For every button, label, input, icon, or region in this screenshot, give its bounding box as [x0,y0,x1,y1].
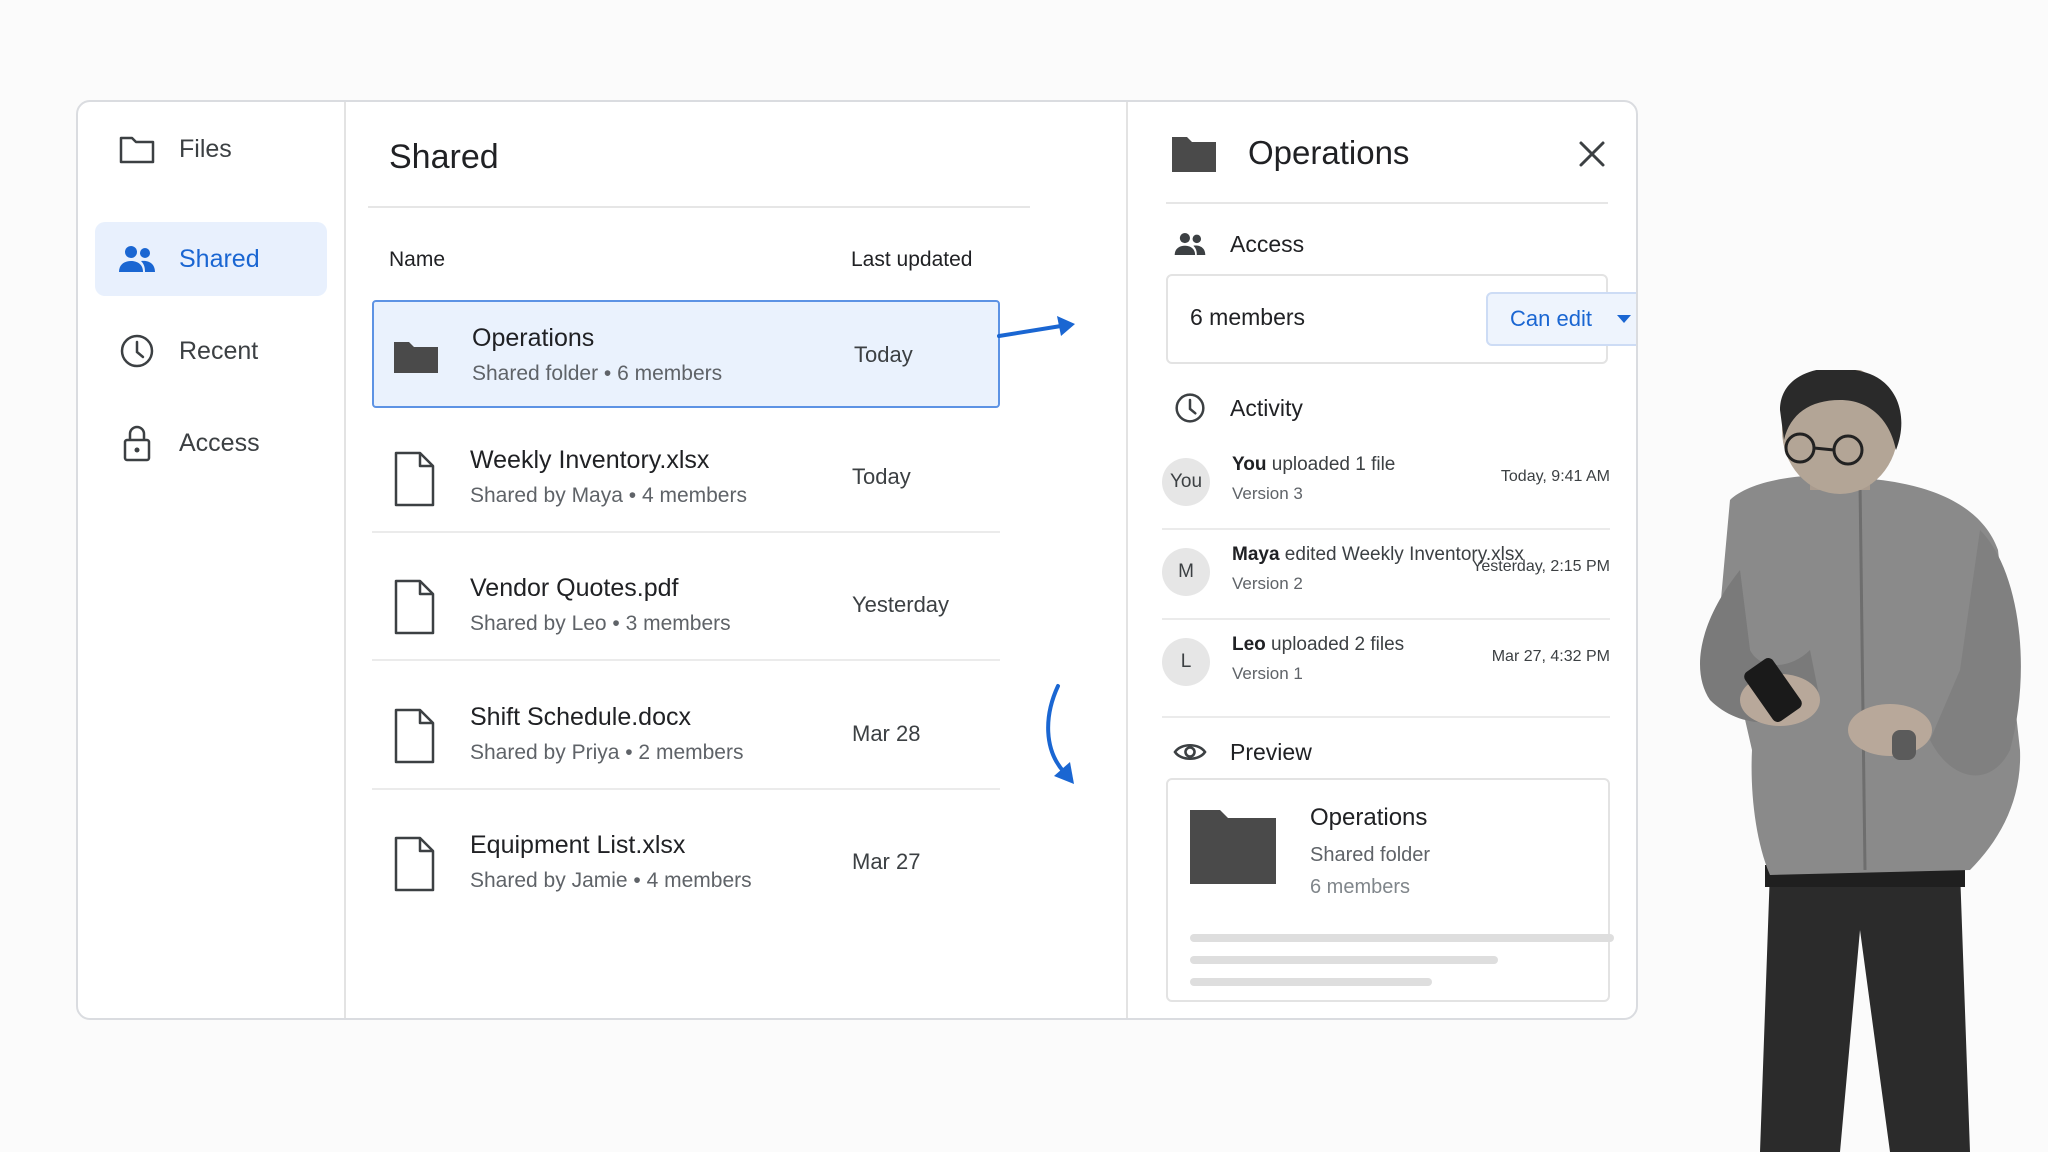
file-row[interactable]: Equipment List.xlsx Shared by Jamie • 4 … [372,809,1000,917]
sidebar-item-access[interactable]: Access [95,406,327,480]
file-row[interactable]: Shift Schedule.docx Shared by Priya • 2 … [372,681,1000,790]
file-row[interactable]: Vendor Quotes.pdf Shared by Leo • 3 memb… [372,552,1000,661]
activity-actor: Leo [1232,634,1266,655]
clock-icon [1172,390,1208,426]
divider [372,788,1000,790]
activity-action: uploaded 2 files [1265,634,1405,655]
folder-icon [394,342,438,373]
close-icon [1579,141,1605,167]
section-label: Access [1230,230,1305,257]
activity-version: Version 3 [1232,484,1303,503]
divider [1162,716,1610,718]
divider [368,206,1030,208]
caret-down-icon [1617,315,1631,323]
avatar: M [1162,548,1210,596]
activity-actor: Maya [1232,544,1280,565]
divider [1162,618,1610,620]
permission-dropdown[interactable]: Can edit [1486,292,1636,346]
clock-icon [117,331,157,371]
close-button[interactable] [1574,136,1610,172]
file-name: Shift Schedule.docx [470,703,691,731]
activity-description: Leo uploaded 2 files [1232,634,1404,656]
file-meta: Shared by Priya • 2 members [470,741,744,764]
file-date: Today [854,342,913,367]
section-label: Activity [1230,394,1303,421]
file-row[interactable]: Weekly Inventory.xlsx Shared by Maya • 4… [372,424,1000,533]
file-row[interactable]: Operations Shared folder • 6 members Tod… [372,300,1000,408]
document-icon [394,836,435,892]
sidebar-item-shared[interactable]: Shared [95,222,327,296]
people-icon [117,239,157,279]
preview-name: Operations [1310,804,1428,831]
member-count[interactable]: 6 members [1190,304,1305,331]
folder-outline-icon [117,129,157,169]
activity-actor: You [1232,454,1267,475]
folder-icon [1172,137,1216,172]
sidebar-item-label: Shared [179,244,260,273]
divider [1162,528,1610,530]
file-name: Operations [472,324,595,352]
sidebar-item-label: Files [179,134,232,163]
activity-item[interactable]: You You uploaded 1 file Version 3 Today,… [1162,442,1610,530]
eye-icon [1172,734,1208,770]
activity-item[interactable]: M Maya edited Weekly Inventory.xlsx Vers… [1162,532,1610,620]
access-summary: 6 members Can edit [1166,274,1636,364]
people-icon [1172,226,1208,262]
activity-version: Version 2 [1232,574,1303,593]
document-icon [394,708,435,764]
file-date: Today [852,464,911,489]
preview-members: 6 members [1310,876,1411,898]
column-header-last-updated[interactable]: Last updated [851,248,972,272]
file-date: Mar 27 [852,849,921,874]
access-section-header: Access [1172,226,1304,262]
activity-version: Version 1 [1232,664,1303,683]
app-window: Files Shared Recent Access Shared Name L… [76,100,1638,1020]
activity-time: Mar 27, 4:32 PM [1491,648,1610,665]
preview-section-header: Preview [1172,734,1312,770]
file-name: Equipment List.xlsx [470,831,686,859]
document-icon [394,451,435,507]
document-icon [394,579,435,635]
preview-placeholder-line [1190,956,1498,964]
sidebar-item-recent[interactable]: Recent [95,314,327,388]
file-name: Vendor Quotes.pdf [470,574,679,602]
page-title: Shared [389,138,499,176]
sidebar-item-label: Access [179,428,260,457]
divider [372,531,1000,533]
lock-icon [117,423,157,463]
file-meta: Shared by Jamie • 4 members [470,869,752,892]
folder-icon [1190,810,1276,884]
sidebar-item-label: Recent [179,336,259,365]
person-with-phone-illustration [1700,370,2021,1152]
sidebar: Files Shared Recent Access [78,102,346,1018]
avatar: L [1162,638,1210,686]
activity-item[interactable]: L Leo uploaded 2 files Version 1 Mar 27,… [1162,622,1610,718]
details-panel: Operations Access 6 members Can edit Act… [1128,102,1636,1018]
avatar: You [1162,458,1210,506]
activity-action: uploaded 1 file [1266,454,1396,475]
activity-description: You uploaded 1 file [1232,454,1395,476]
activity-time: Today, 9:41 AM [1500,468,1610,485]
section-label: Preview [1230,738,1312,765]
file-date: Yesterday [852,592,950,617]
divider [372,659,1000,661]
file-meta: Shared by Leo • 3 members [470,612,731,635]
activity-time: Yesterday, 2:15 PM [1472,558,1610,575]
preview-placeholder-line [1190,934,1614,942]
divider [1166,202,1608,204]
file-list-pane: Shared Name Last updated Operations Shar… [346,102,1128,1018]
file-date: Mar 28 [852,721,921,746]
preview-placeholder-line [1190,978,1432,986]
preview-subtitle: Shared folder [1310,844,1431,866]
file-meta: Shared folder • 6 members [472,362,723,385]
preview-card[interactable]: Operations Shared folder 6 members [1166,778,1614,1002]
sidebar-item-files[interactable]: Files [95,112,327,186]
column-header-name[interactable]: Name [389,248,445,272]
activity-section-header: Activity [1172,390,1303,426]
details-title: Operations [1248,134,1410,171]
file-meta: Shared by Maya • 4 members [470,484,747,507]
file-name: Weekly Inventory.xlsx [470,446,710,474]
permission-value: Can edit [1510,306,1592,331]
